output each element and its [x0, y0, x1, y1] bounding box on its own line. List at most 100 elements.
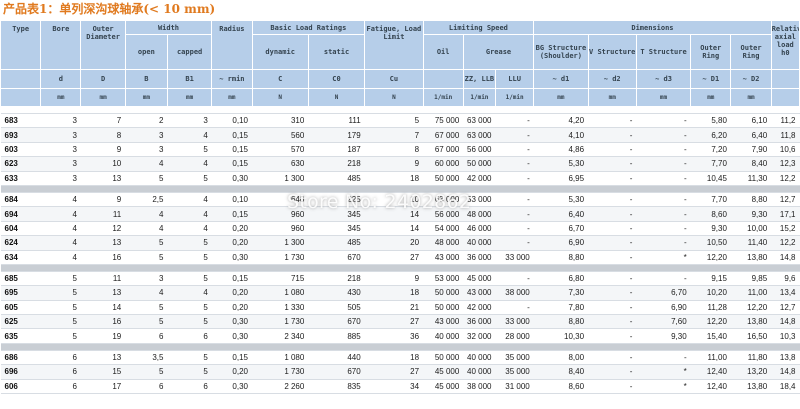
table-cell: 6: [167, 328, 212, 344]
table-row: 693 3 8 3 4 0,15 560 179 7 67 000 63 000-4,10- -6,2…: [0, 127, 800, 143]
bearing-type-cell: 604: [0, 221, 41, 237]
table-cell: 11,30: [730, 171, 772, 186]
table-cell: -: [636, 156, 691, 172]
table-cell: 218: [308, 271, 365, 287]
table-cell: 4: [125, 221, 168, 237]
table-cell: 3: [40, 171, 81, 186]
table-cell: 12,40: [690, 379, 731, 395]
hdr-dimensions: Dimensions: [533, 20, 772, 35]
table-cell: -: [636, 235, 691, 251]
table-cell: 1 730: [252, 364, 309, 380]
hdr-outer-ring-1: Outer Ring: [690, 34, 732, 70]
table-cell: -: [588, 192, 637, 208]
table-cell: 14,8: [771, 314, 800, 330]
table-cell: 14,8: [771, 250, 800, 265]
table-cell: -: [495, 192, 534, 208]
table-cell: 6,95: [533, 171, 589, 186]
hdr-unit-blank: [0, 88, 42, 107]
table-cell: 0,30: [211, 379, 252, 395]
table-cell: -: [636, 171, 691, 186]
table-cell: 0,20: [211, 300, 252, 316]
table-cell: -: [588, 113, 637, 129]
table-cell: 9,30: [690, 221, 731, 237]
table-cell: 3: [167, 113, 212, 129]
table-cell: 885: [308, 328, 365, 344]
hdr-unit: N: [251, 88, 309, 107]
table-cell: -: [588, 206, 637, 222]
table-cell: -: [588, 127, 637, 143]
table-cell: 36: [364, 328, 424, 344]
table-cell: 8,80: [533, 250, 589, 265]
table-cell: 50 000: [423, 285, 464, 301]
table-cell: 0,30: [211, 250, 252, 265]
hdr-sym-d2: ~ d2: [587, 69, 637, 89]
table-cell: *: [636, 250, 691, 265]
group-separator: [0, 264, 800, 272]
table-cell: -: [588, 221, 637, 237]
table-cell: 7,20: [690, 142, 731, 158]
hdr-width-open: open: [124, 34, 168, 70]
hdr-unit: mm: [124, 88, 168, 107]
table-cell: 13,80: [730, 314, 772, 330]
table-cell: 12,20: [690, 314, 731, 330]
table-cell: 28 000: [495, 328, 534, 344]
table-cell: 5: [125, 300, 168, 316]
table-row: 624 4 13 5 5 0,20 1 300 485 20 48 000 40 000-6,90-…: [0, 235, 800, 251]
table-cell: 13: [80, 235, 126, 251]
table-cell: 7: [80, 113, 126, 129]
table-cell: 7,80: [533, 300, 589, 316]
header-spacer: [0, 106, 800, 114]
table-cell: 7,30: [533, 285, 589, 301]
table-cell: -: [495, 206, 534, 222]
table-cell: 111: [308, 113, 365, 129]
table-cell: 46 000: [463, 221, 496, 237]
hdr-unit: mm: [211, 88, 253, 107]
table-cell: 2,5: [125, 192, 168, 208]
table-cell: 5: [125, 235, 168, 251]
table-cell: 67 000: [423, 127, 464, 143]
table-cell: -: [495, 127, 534, 143]
bearing-type-cell: 603: [0, 142, 41, 158]
table-cell: 5: [40, 285, 81, 301]
table-cell: 53 000: [423, 271, 464, 287]
table-cell: 19: [80, 328, 126, 344]
table-cell: 6,20: [690, 127, 731, 143]
table-cell: 54 000: [423, 221, 464, 237]
table-cell: 6: [167, 379, 212, 395]
hdr-sym-B1: B1: [166, 69, 213, 89]
hdr-unit: 1/min: [422, 88, 464, 107]
bearing-type-cell: 635: [0, 328, 41, 344]
table-cell: 3: [125, 142, 168, 158]
hdr-v-structure: V Structure: [587, 34, 637, 70]
table-cell: -: [588, 235, 637, 251]
table-cell: 43 000: [463, 285, 496, 301]
table-cell: 345: [308, 221, 365, 237]
table-cell: 6: [40, 350, 81, 366]
table-cell: 10,45: [690, 171, 731, 186]
table-cell: 63 000: [463, 127, 496, 143]
table-cell: 7,70: [690, 192, 731, 208]
table-cell: 11,00: [690, 350, 731, 366]
table-cell: 7,60: [636, 314, 691, 330]
table-cell: 5: [40, 271, 81, 287]
table-cell: 1 730: [252, 314, 309, 330]
hdr-unit: N: [364, 88, 424, 107]
hdr-width-capped: capped: [166, 34, 213, 70]
table-cell: 13,80: [730, 379, 772, 395]
table-cell: 11,28: [690, 300, 731, 316]
table-cell: -: [495, 113, 534, 129]
hdr-unit: mm: [690, 88, 732, 107]
hdr-sym-C0: C0: [307, 69, 366, 89]
bearing-type-cell: 633: [0, 171, 41, 186]
table-cell: 4: [125, 156, 168, 172]
table-cell: 27: [364, 364, 424, 380]
table-cell: 430: [308, 285, 365, 301]
table-cell: 5: [167, 364, 212, 380]
table-cell: 3: [40, 142, 81, 158]
table-cell: 40 000: [463, 235, 496, 251]
table-cell: 630: [252, 156, 309, 172]
table-cell: 715: [252, 271, 309, 287]
hdr-unit: mm: [730, 88, 772, 107]
table-cell: 4: [125, 285, 168, 301]
table-cell: 9,85: [730, 271, 772, 287]
